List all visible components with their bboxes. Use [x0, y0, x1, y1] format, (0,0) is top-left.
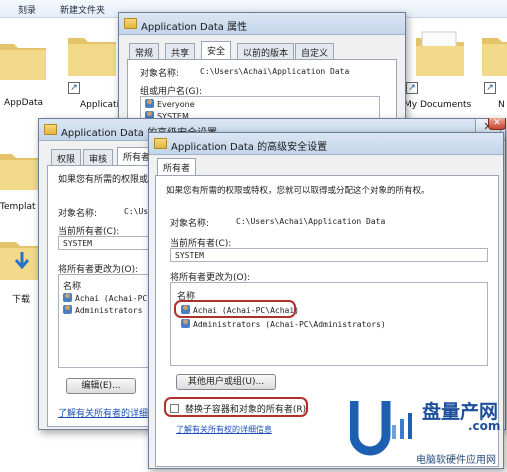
toolbar-burn-button[interactable]: 刻录: [18, 3, 36, 16]
folder-icon: [44, 124, 57, 135]
watermark-domain: .com: [468, 419, 501, 433]
list-item[interactable]: Everyone: [145, 99, 195, 109]
toolbar-new-folder-button[interactable]: 新建文件夹: [60, 3, 105, 16]
tab-owner[interactable]: 所有者: [157, 158, 197, 176]
tab-previous-versions[interactable]: 以前的版本: [237, 43, 295, 59]
folder-label: Applicati: [80, 100, 120, 110]
learn-more-ownership-link[interactable]: 了解有关所有权的详细信息: [176, 424, 272, 435]
folder-icon: [124, 18, 137, 29]
folder-label: AppData: [4, 98, 44, 108]
folder-icon: [68, 38, 116, 76]
shortcut-arrow-icon: ↗: [406, 82, 418, 94]
other-users-or-groups-button[interactable]: 其他用户或组(U)...: [176, 374, 276, 390]
list-item[interactable]: Administrators (A: [63, 305, 157, 315]
intro-text: 如果您有所需的权限或特权，您就可以取得或分配这个对象的所有权。: [166, 186, 430, 196]
object-name-label: 对象名称:: [140, 69, 180, 79]
tab-customize[interactable]: 自定义: [295, 43, 335, 59]
intro-text: 如果您有所需的权限或: [58, 175, 149, 185]
folder-label: My Documents: [404, 100, 472, 110]
learn-more-owner-link[interactable]: 了解有关所有者的详细: [58, 406, 148, 419]
user-group-icon: [145, 99, 154, 108]
folder-label: Templat: [0, 202, 36, 212]
tab-permissions[interactable]: 权限: [51, 149, 82, 165]
watermark-logo: 盘量产网 .com 电脑软硬件应用网: [349, 395, 507, 469]
object-name-value: C:\Us: [124, 207, 149, 216]
object-name-label: 对象名称:: [58, 209, 98, 219]
tab-general[interactable]: 常规: [129, 43, 160, 59]
folder-icon: [416, 31, 464, 76]
dialog-title: Application Data 属性: [141, 22, 248, 33]
shortcut-arrow-icon: ↗: [484, 82, 496, 94]
folder-icon: [0, 44, 46, 80]
watermark-tagline: 电脑软硬件应用网: [416, 455, 496, 466]
properties-dialog: Application Data 属性 常规 共享 安全 以前的版本 自定义 对…: [118, 12, 406, 132]
dialog-title: Application Data 的高级安全设置: [171, 142, 328, 153]
tab-security[interactable]: 安全: [201, 41, 232, 59]
user-group-icon: [181, 319, 190, 328]
object-name-value: C:\Users\Achai\Application Data: [200, 67, 350, 76]
list-header-name: 名称: [63, 282, 82, 292]
list-item-administrators[interactable]: Administrators (Achai-PC\Administrators): [181, 319, 386, 329]
tab-auditing[interactable]: 审核: [83, 149, 114, 165]
advanced-titlebar: Application Data 的高级安全设置: [149, 133, 503, 155]
folder-label: 下载: [12, 295, 31, 305]
user-group-icon: [63, 305, 72, 314]
close-icon[interactable]: ✕: [488, 118, 506, 130]
folder-icon: [154, 138, 167, 149]
user-icon: [63, 293, 72, 302]
owner-candidate-list[interactable]: 名称 Achai (Achai-PC\Achai) Administrators…: [170, 282, 488, 366]
edit-button[interactable]: 编辑(E)...: [66, 378, 136, 394]
highlight-oval-replace: [164, 397, 308, 417]
folder-icon: [482, 38, 507, 76]
folder-label: N: [498, 100, 505, 110]
tab-sharing[interactable]: 共享: [165, 43, 196, 59]
properties-titlebar: Application Data 属性: [119, 13, 405, 35]
current-owner-field: SYSTEM: [170, 248, 488, 262]
object-name-label: 对象名称:: [170, 219, 210, 229]
highlight-oval-achai: [174, 300, 296, 318]
object-name-value: C:\Users\Achai\Application Data: [236, 217, 386, 226]
shortcut-arrow-icon: ↗: [68, 82, 80, 94]
